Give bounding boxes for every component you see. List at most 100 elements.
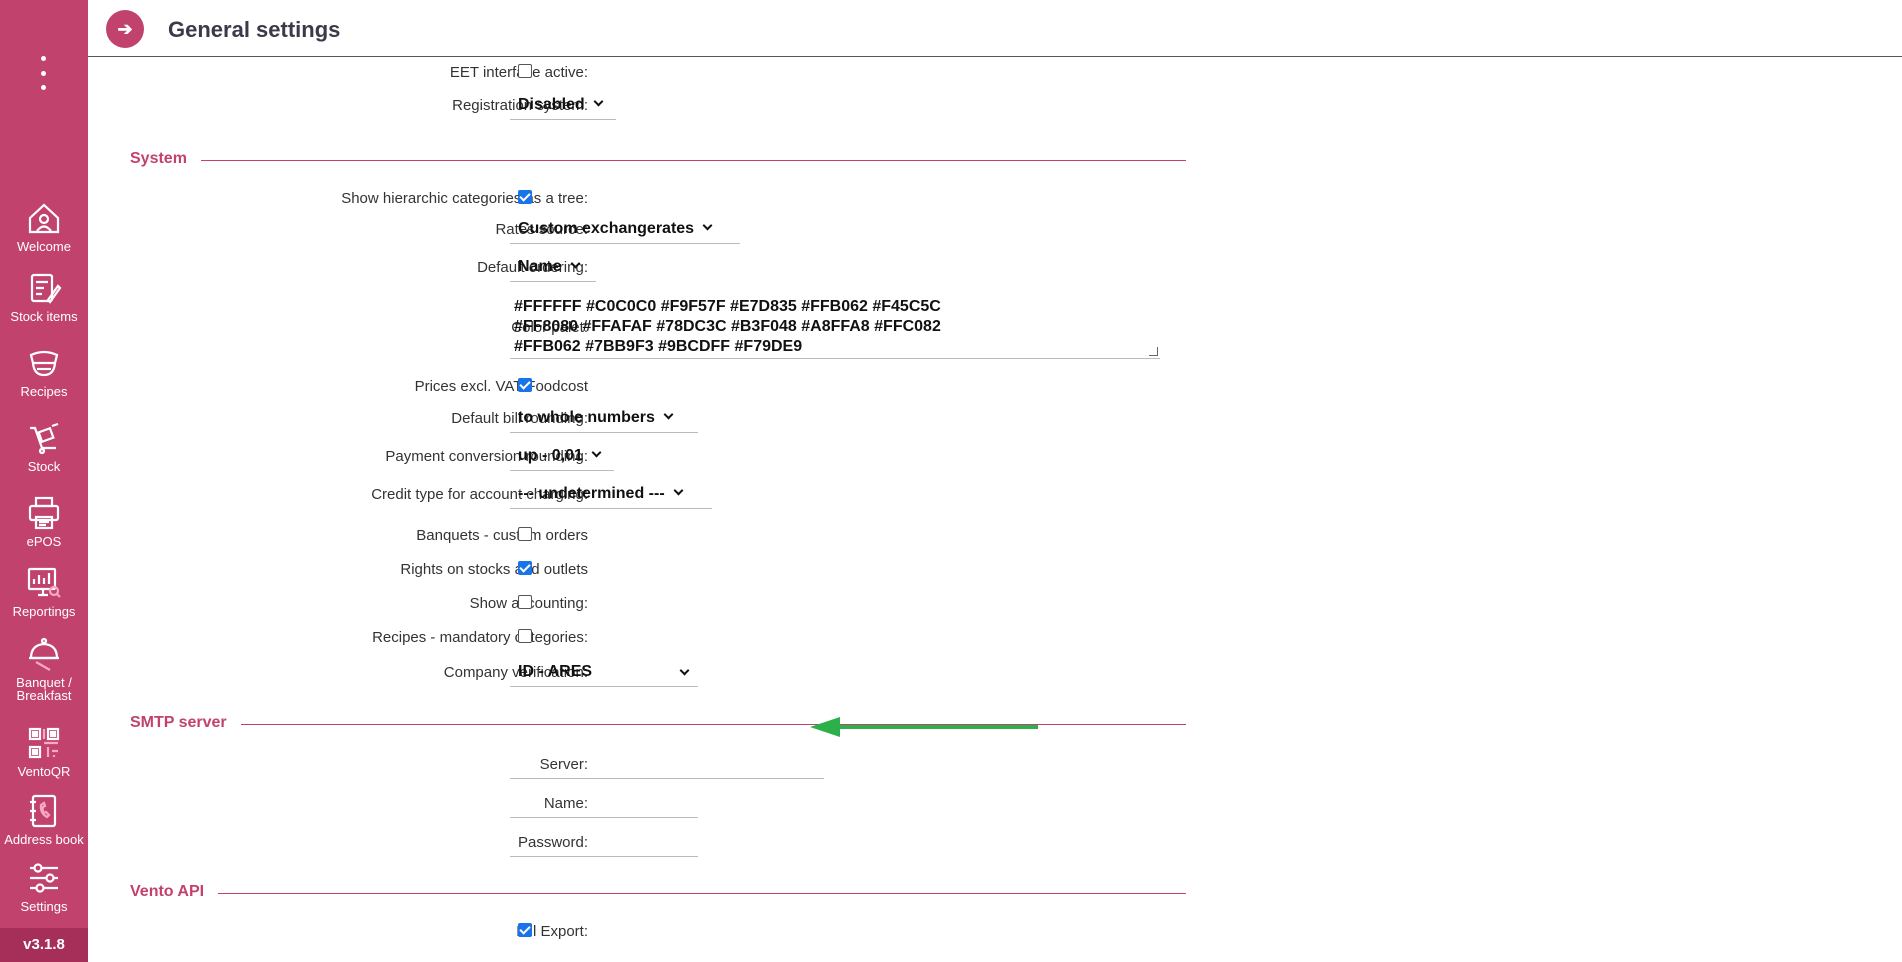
company-verification-value: ID - ARES: [518, 663, 593, 680]
sidebar-item-label: ePOS: [26, 534, 62, 549]
recipes-mandatory-row: Recipes - mandatory categories:: [88, 622, 1188, 652]
settings-form: EET interface active: Registration syste…: [88, 57, 1902, 962]
smtp-server-row: Server:: [88, 749, 1188, 779]
banquets-custom-checkbox[interactable]: [518, 527, 532, 541]
color-palet-row: Color palet: #FFFFFF #C0C0C0 #F9F57F #E7…: [88, 295, 1188, 361]
prices-excl-vat-label: Prices excl. VAT Foodcost: [414, 378, 588, 395]
sidebar-item-label: Welcome: [17, 239, 71, 254]
hier-categories-label: Show hierarchic categories as a tree:: [341, 190, 588, 207]
rates-source-select[interactable]: Custom exchangerates: [510, 214, 740, 244]
show-accounting-row: Show accounting:: [88, 588, 1188, 618]
smtp-password-input[interactable]: [510, 827, 698, 857]
recipes-mandatory-checkbox[interactable]: [518, 629, 532, 643]
resize-handle-icon[interactable]: [1149, 347, 1158, 356]
chevron-down-icon: [591, 447, 602, 458]
sidebar-item-address-book[interactable]: Address book: [0, 793, 88, 846]
home-icon: [28, 203, 60, 234]
payment-rounding-select[interactable]: up - 0,01: [510, 441, 614, 471]
smtp-name-input[interactable]: [510, 788, 698, 818]
payment-rounding-value: up - 0,01: [518, 447, 583, 464]
company-verification-select[interactable]: ID - ARES: [510, 657, 698, 687]
sidebar-item-label: Settings: [20, 899, 68, 914]
section-vento-api: Vento API: [130, 883, 1186, 907]
chevron-down-icon: [679, 665, 690, 676]
section-title: Vento API: [130, 883, 219, 901]
page-header: ➔ General settings: [88, 0, 1902, 57]
sidebar: Welcome Stock items Recipes Stock ePOS R…: [0, 0, 88, 962]
payment-rounding-row: Payment conversion rounding: up - 0,01: [88, 441, 1188, 471]
rights-stocks-checkbox[interactable]: [518, 561, 532, 575]
color-palet-textarea[interactable]: #FFFFFF #C0C0C0 #F9F57F #E7D835 #FFB062 …: [510, 295, 1160, 359]
rights-stocks-row: Rights on stocks and outlets: [88, 554, 1188, 584]
sidebar-item-welcome[interactable]: Welcome: [0, 200, 88, 253]
section-divider: [130, 893, 1186, 894]
hier-categories-row: Show hierarchic categories as a tree:: [88, 183, 1188, 213]
stock-items-icon: [30, 273, 62, 304]
smtp-password-row: Password:: [88, 827, 1188, 857]
sidebar-item-label: Breakfast: [16, 688, 72, 703]
sidebar-item-recipes[interactable]: Recipes: [0, 345, 88, 398]
sidebar-item-settings[interactable]: Settings: [0, 860, 88, 913]
rates-source-row: Rates source: Custom exchangerates: [88, 214, 1188, 244]
section-title: System: [130, 150, 201, 168]
hier-categories-checkbox[interactable]: [518, 190, 532, 204]
green-arrow-annotation: [810, 717, 1038, 737]
recipes-icon: [29, 350, 59, 377]
banquet-icon: [29, 637, 59, 671]
reportings-icon: [27, 567, 61, 598]
chevron-down-icon: [702, 220, 713, 231]
chevron-down-icon: [593, 96, 604, 107]
sidebar-item-epos[interactable]: ePOS: [0, 495, 88, 548]
prices-excl-vat-row: Prices excl. VAT Foodcost: [88, 371, 1188, 401]
color-palet-line: #FF8080 #FFAFAF #78DC3C #B3F048 #A8FFA8 …: [514, 318, 941, 335]
bill-rounding-row: Default bill rounding: to whole numbers: [88, 403, 1188, 433]
bill-export-row: Bill Export:: [88, 916, 1188, 946]
stock-icon: [30, 422, 59, 455]
bill-rounding-select[interactable]: to whole numbers: [510, 403, 698, 433]
registration-value: Disabled: [518, 96, 585, 113]
address-book-icon: [30, 794, 57, 828]
bill-export-checkbox[interactable]: [518, 923, 532, 937]
sidebar-item-stock[interactable]: Stock: [0, 420, 88, 473]
version-label: v3.1.8: [0, 928, 88, 962]
prices-excl-vat-checkbox[interactable]: [518, 378, 532, 392]
section-title: SMTP server: [130, 714, 241, 732]
bill-rounding-value: to whole numbers: [518, 409, 655, 426]
credit-type-select[interactable]: --- undetermined ---: [510, 479, 712, 509]
section-divider: [130, 160, 1186, 161]
sidebar-item-stock-items[interactable]: Stock items: [0, 270, 88, 323]
sidebar-item-ventoqr[interactable]: VentoQR: [0, 725, 88, 778]
company-verification-row: Company verification: ID - ARES: [88, 657, 1188, 687]
eet-checkbox[interactable]: [518, 64, 532, 78]
color-palet-line: #FFB062 #7BB9F3 #9BCDFF #F79DE9: [514, 338, 803, 355]
epos-icon: [28, 496, 60, 530]
settings-icon: [30, 863, 58, 893]
banquets-custom-label: Banquets - custom orders: [416, 527, 588, 544]
arrow-right-icon[interactable]: ➔: [106, 10, 144, 48]
banquets-custom-row: Banquets - custom orders: [88, 520, 1188, 550]
sidebar-item-label: Stock items: [10, 309, 78, 324]
sidebar-item-banquet[interactable]: Banquet / Breakfast: [0, 636, 88, 702]
sidebar-item-label: Stock: [27, 459, 61, 474]
sidebar-item-label: Address book: [4, 832, 84, 847]
credit-type-row: Credit type for account charging: --- un…: [88, 479, 1188, 509]
more-menu-icon[interactable]: [38, 56, 48, 90]
smtp-server-input[interactable]: [510, 749, 824, 779]
default-ordering-select[interactable]: Name: [510, 252, 596, 282]
rights-stocks-label: Rights on stocks and outlets: [400, 561, 588, 578]
qr-icon: [28, 727, 60, 759]
chevron-down-icon: [663, 409, 674, 420]
sidebar-item-label: Reportings: [12, 604, 76, 619]
sidebar-item-label: Recipes: [20, 384, 68, 399]
chevron-down-icon: [570, 258, 581, 269]
eet-row: EET interface active:: [88, 57, 1188, 87]
page-title: General settings: [168, 17, 341, 42]
registration-select[interactable]: Disabled: [510, 90, 616, 120]
smtp-name-row: Name:: [88, 788, 1188, 818]
rates-source-value: Custom exchangerates: [518, 220, 695, 237]
show-accounting-checkbox[interactable]: [518, 595, 532, 609]
default-ordering-row: Default ordering: Name: [88, 252, 1188, 282]
credit-type-value: --- undetermined ---: [518, 485, 665, 502]
default-ordering-value: Name: [518, 258, 562, 275]
sidebar-item-reportings[interactable]: Reportings: [0, 565, 88, 618]
